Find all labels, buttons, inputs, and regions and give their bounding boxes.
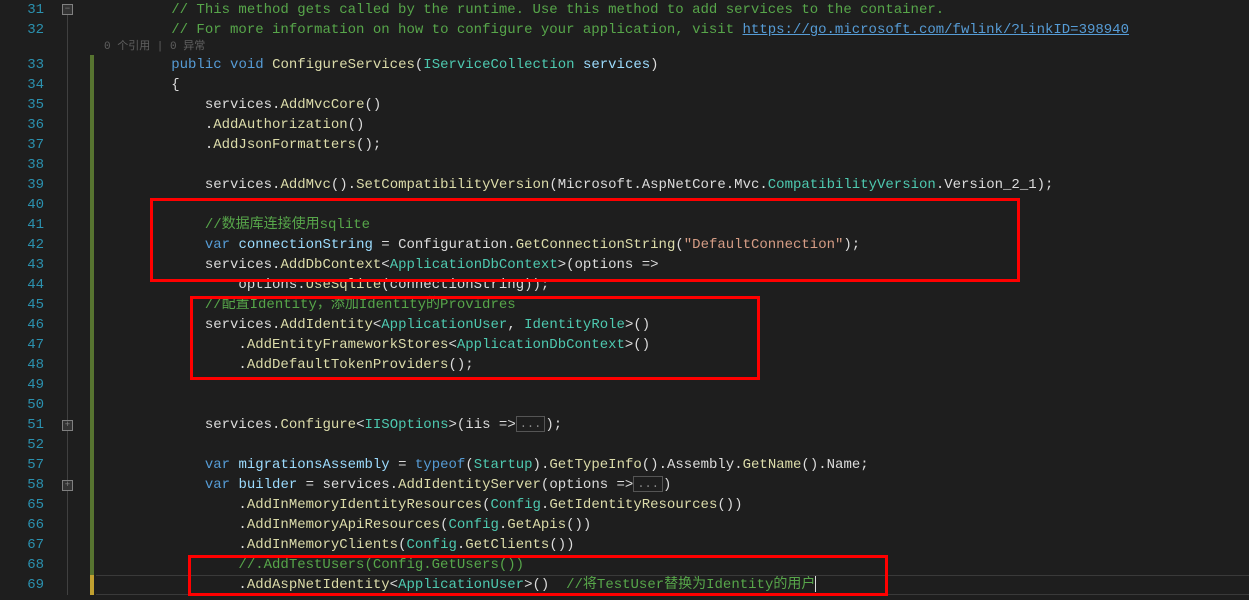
code-area[interactable]: // This method gets called by the runtim… (96, 0, 1249, 600)
code-line[interactable]: // This method gets called by the runtim… (104, 0, 1249, 20)
code-line[interactable]: .AddAspNetIdentity<ApplicationUser>() //… (104, 575, 1249, 595)
code-line[interactable]: var connectionString = Configuration.Get… (104, 235, 1249, 255)
code-line[interactable] (104, 155, 1249, 175)
code-line[interactable]: .AddAuthorization() (104, 115, 1249, 135)
fold-column[interactable]: − + + (56, 0, 90, 600)
fold-box-icon[interactable]: + (62, 420, 73, 431)
fold-box-icon[interactable]: − (62, 4, 73, 15)
code-line[interactable] (104, 195, 1249, 215)
code-line[interactable]: var migrationsAssembly = typeof(Startup)… (104, 455, 1249, 475)
code-line[interactable]: { (104, 75, 1249, 95)
code-line[interactable]: .AddEntityFrameworkStores<ApplicationDbC… (104, 335, 1249, 355)
code-line[interactable]: services.AddMvc().SetCompatibilityVersio… (104, 175, 1249, 195)
code-line[interactable]: .AddInMemoryIdentityResources(Config.Get… (104, 495, 1249, 515)
text-cursor-icon (815, 576, 816, 592)
line-number-gutter: 31 32 33 34 35 36 37 38 39 40 41 42 43 4… (0, 0, 56, 600)
code-line[interactable]: public void ConfigureServices(IServiceCo… (104, 55, 1249, 75)
collapsed-region-icon[interactable]: ... (516, 416, 546, 432)
code-line[interactable]: var builder = services.AddIdentityServer… (104, 475, 1249, 495)
code-line[interactable]: options.UseSqlite(connectionString)); (104, 275, 1249, 295)
code-line[interactable]: .AddInMemoryClients(Config.GetClients()) (104, 535, 1249, 555)
fold-box-icon[interactable]: + (62, 480, 73, 491)
code-line[interactable] (104, 435, 1249, 455)
codelens-hint[interactable]: 0 个引用 | 0 异常 (104, 40, 1249, 55)
code-line[interactable]: services.AddIdentity<ApplicationUser, Id… (104, 315, 1249, 335)
code-line[interactable]: services.AddDbContext<ApplicationDbConte… (104, 255, 1249, 275)
code-line[interactable]: //数据库连接使用sqlite (104, 215, 1249, 235)
code-line[interactable]: .AddDefaultTokenProviders(); (104, 355, 1249, 375)
code-line[interactable]: //.AddTestUsers(Config.GetUsers()) (104, 555, 1249, 575)
code-editor[interactable]: 31 32 33 34 35 36 37 38 39 40 41 42 43 4… (0, 0, 1249, 600)
code-line[interactable] (104, 375, 1249, 395)
collapsed-region-icon[interactable]: ... (633, 476, 663, 492)
code-line[interactable]: .AddInMemoryApiResources(Config.GetApis(… (104, 515, 1249, 535)
code-line[interactable] (104, 395, 1249, 415)
code-line[interactable]: services.AddMvcCore() (104, 95, 1249, 115)
code-line[interactable]: services.Configure<IISOptions>(iis =>...… (104, 415, 1249, 435)
code-line[interactable]: //配置Identity，添加Identity的Providres (104, 295, 1249, 315)
code-line[interactable]: // For more information on how to config… (104, 20, 1249, 40)
doc-link[interactable]: https://go.microsoft.com/fwlink/?LinkID=… (743, 22, 1129, 38)
code-line[interactable]: .AddJsonFormatters(); (104, 135, 1249, 155)
